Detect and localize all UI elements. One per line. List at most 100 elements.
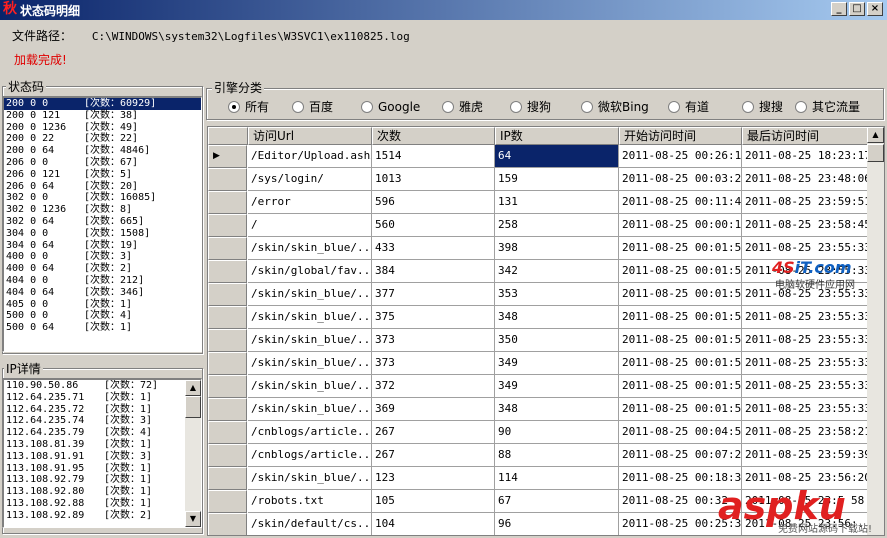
row-header[interactable] [208,352,247,375]
url-grid[interactable]: 访问Url 次数 IP数 开始访问时间 最后访问时间 ▶/Editor/Uplo… [207,126,885,536]
cell-url[interactable]: /sys/login/ [248,168,372,191]
cell-count[interactable]: 596 [372,191,495,214]
cell-end-time[interactable]: 2011-08-25 23:58:45 [742,214,868,237]
grid-row[interactable]: /error 596 131 2011-08-25 00:11:42 2011-08-2… [208,191,884,214]
cell-count[interactable]: 267 [372,444,495,467]
row-header[interactable] [208,168,247,191]
cell-ip-count[interactable]: 64 [495,145,619,168]
status-code-item[interactable]: 200 0 64 [次数：4846] [4,145,201,157]
cell-ip-count[interactable]: 398 [495,237,619,260]
row-header[interactable] [208,214,247,237]
grid-row[interactable]: /cnblogs/article... 267 88 2011-08-25 00:07… [208,444,884,467]
cell-start-time[interactable]: 2011-08-25 00:07:23 [619,444,742,467]
radio-circle-icon[interactable] [228,101,240,113]
row-header[interactable] [208,237,247,260]
cell-ip-count[interactable]: 353 [495,283,619,306]
row-header[interactable] [208,283,247,306]
status-code-list[interactable]: 200 0 0 [次数：60929] 200 0 121 [次数：38] 200 0 1… [2,96,202,352]
cell-ip-count[interactable]: 67 [495,490,619,513]
grid-row[interactable]: /cnblogs/article... 267 90 2011-08-25 00:04… [208,421,884,444]
cell-end-time[interactable]: 2011-08-25 23:59:51 [742,191,868,214]
status-code-item[interactable]: 400 0 64 [次数：2] [4,263,201,275]
radio-circle-icon[interactable] [442,101,454,113]
grid-row[interactable]: /skin/skin_blue/... 433 398 2011-08-25 00:0… [208,237,884,260]
status-code-item[interactable]: 302 0 1236 [次数：8] [4,204,201,216]
cell-end-time[interactable]: 2011-08-25 18:23:17 [742,145,868,168]
cell-ip-count[interactable]: 342 [495,260,619,283]
cell-end-time[interactable]: 2011-08-25 23:55:33 [742,398,868,421]
engine-radio-option[interactable]: 所有 [228,100,269,114]
engine-radio-option[interactable]: 搜搜 [742,100,783,114]
engine-radio-option[interactable]: 微软Bing [581,100,649,114]
title-bar[interactable]: 秋 状态码明细 _ □ × [0,0,887,20]
status-code-item[interactable]: 206 0 64 [次数：20] [4,181,201,193]
cell-start-time[interactable]: 2011-08-25 00:01:54 [619,352,742,375]
row-header[interactable] [208,191,247,214]
cell-start-time[interactable]: 2011-08-25 00:04:59 [619,421,742,444]
grid-row[interactable]: /skin/skin_blue/... 369 348 2011-08-25 00:0… [208,398,884,421]
status-code-item[interactable]: 304 0 64 [次数：19] [4,240,201,252]
ip-item[interactable]: 113.108.91.91 [次数：3] [4,451,201,463]
ip-item[interactable]: 112.64.235.79 [次数：4] [4,427,201,439]
col-header-end-time[interactable]: 最后访问时间 [742,127,868,145]
cell-count[interactable]: 375 [372,306,495,329]
ip-item[interactable]: 113.108.92.79 [次数：1] [4,474,201,486]
row-header[interactable] [208,444,247,467]
grid-scroll-up-icon[interactable]: ▲ [867,127,884,143]
cell-count[interactable]: 372 [372,375,495,398]
cell-url[interactable]: /skin/skin_blue/... [248,467,372,490]
status-code-item[interactable]: 200 0 22 [次数：22] [4,133,201,145]
engine-radio-option[interactable]: 百度 [292,100,333,114]
col-header-url[interactable]: 访问Url [248,127,372,145]
cell-ip-count[interactable]: 88 [495,444,619,467]
grid-row[interactable]: /skin/skin_blue/... 373 350 2011-08-25 00:0… [208,329,884,352]
cell-ip-count[interactable]: 348 [495,398,619,421]
cell-ip-count[interactable]: 349 [495,375,619,398]
cell-count[interactable]: 373 [372,329,495,352]
cell-url[interactable]: / [248,214,372,237]
engine-radio-option[interactable]: 搜狗 [510,100,551,114]
ip-item[interactable]: 113.108.92.89 [次数：2] [4,510,201,522]
radio-circle-icon[interactable] [361,101,373,113]
cell-url[interactable]: /error [248,191,372,214]
radio-circle-icon[interactable] [795,101,807,113]
radio-circle-icon[interactable] [668,101,680,113]
row-header[interactable] [208,513,247,535]
row-header[interactable] [208,398,247,421]
scroll-down-icon[interactable]: ▼ [185,511,201,527]
grid-row[interactable]: ▶/Editor/Upload.ashx 1514 64 2011-08-25 00:… [208,145,884,168]
status-code-item[interactable]: 400 0 0 [次数：3] [4,251,201,263]
ip-item[interactable]: 112.64.235.74 [次数：3] [4,415,201,427]
grid-scrollbar[interactable]: ▲ [867,127,884,535]
cell-start-time[interactable]: 2011-08-25 00:01:53 [619,237,742,260]
status-code-item[interactable]: 200 0 121 [次数：38] [4,110,201,122]
cell-start-time[interactable]: 2011-08-25 00:01:53 [619,306,742,329]
cell-url[interactable]: /robots.txt [248,490,372,513]
status-code-item[interactable]: 206 0 121 [次数：5] [4,169,201,181]
engine-radio-option[interactable]: 有道 [668,100,709,114]
ip-item[interactable]: 113.108.92.88 [次数：1] [4,498,201,510]
cell-ip-count[interactable]: 114 [495,467,619,490]
cell-start-time[interactable]: 2011-08-25 00:01:56 [619,260,742,283]
radio-circle-icon[interactable] [510,101,522,113]
cell-ip-count[interactable]: 258 [495,214,619,237]
minimize-button[interactable]: _ [831,2,847,16]
cell-url[interactable]: /skin/default/cs... [248,513,372,535]
scroll-thumb[interactable] [185,396,201,418]
cell-end-time[interactable]: 2011-08-25 23:55:33 [742,306,868,329]
cell-url[interactable]: /Editor/Upload.ashx [248,145,372,168]
cell-url[interactable]: /skin/skin_blue/... [248,306,372,329]
cell-start-time[interactable]: 2011-08-25 00:11:42 [619,191,742,214]
cell-end-time[interactable]: 2011-08-25 23:59:39 [742,444,868,467]
status-code-item[interactable]: 404 0 64 [次数：346] [4,287,201,299]
grid-row[interactable]: /560 258 2011-08-25 00:00:12 2011-08-25 23:… [208,214,884,237]
cell-count[interactable]: 384 [372,260,495,283]
grid-row[interactable]: /skin/skin_blue/... 372 349 2011-08-25 00:0… [208,375,884,398]
cell-start-time[interactable]: 2011-08-25 00:26:11 [619,145,742,168]
cell-ip-count[interactable]: 96 [495,513,619,535]
grid-row[interactable]: /skin/skin_blue/... 375 348 2011-08-25 00:0… [208,306,884,329]
engine-radio-option[interactable]: Google [361,100,420,114]
cell-ip-count[interactable]: 349 [495,352,619,375]
row-header[interactable] [208,375,247,398]
ip-item[interactable]: 113.108.91.95 [次数：1] [4,463,201,475]
